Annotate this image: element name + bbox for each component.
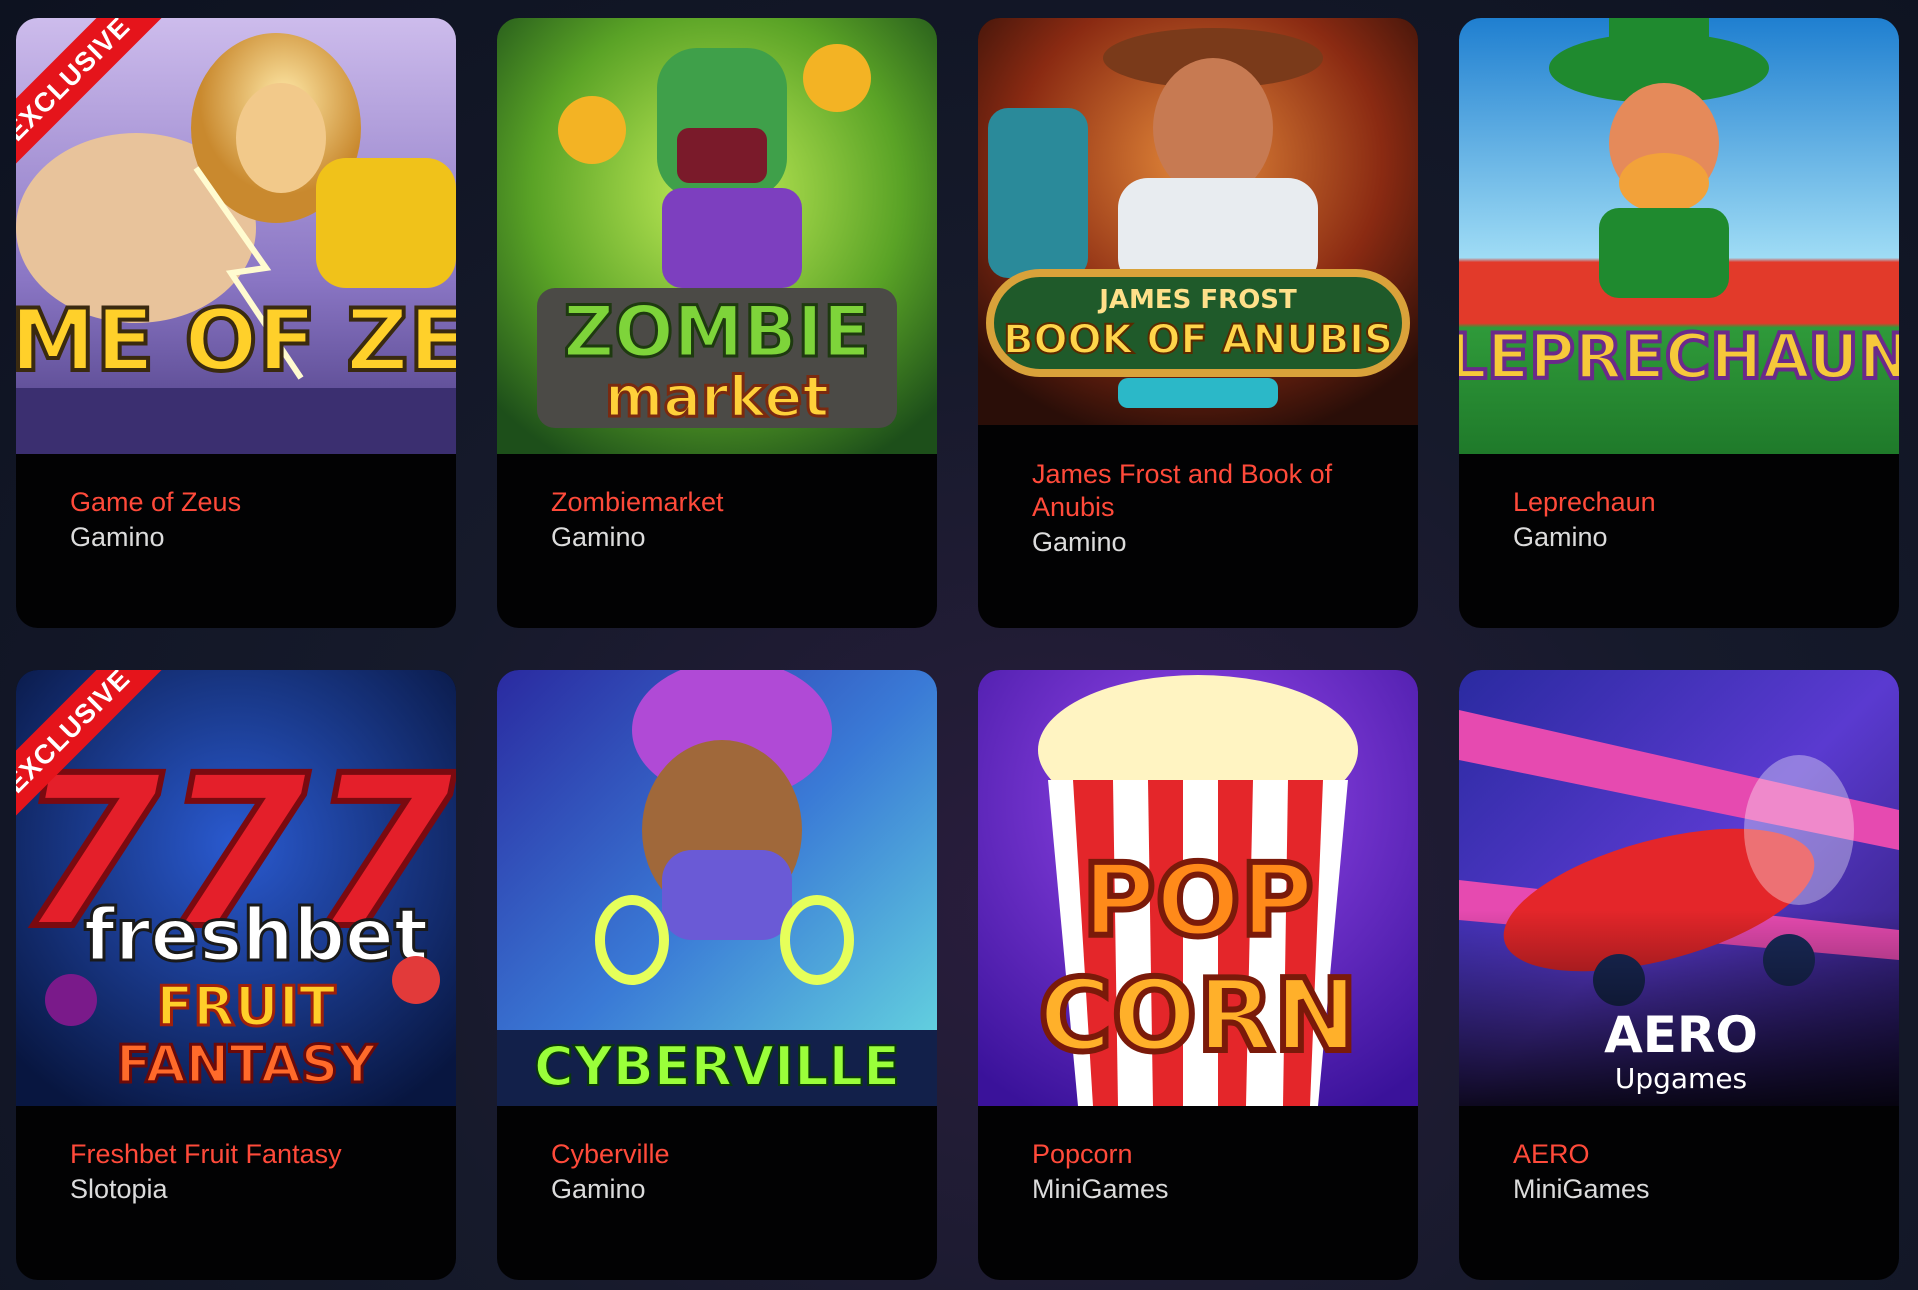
game-thumbnail-popcorn[interactable]: POP CORN (978, 670, 1418, 1106)
game-info: Game of Zeus Gamino (70, 486, 416, 555)
game-info: Popcorn MiniGames (1032, 1138, 1378, 1207)
game-title[interactable]: AERO (1513, 1138, 1859, 1171)
game-art-subtitle: FANTASY (116, 1035, 377, 1095)
game-thumbnail-freshbet-fruit-fantasy[interactable]: 777 freshbet FRUIT FANTASY EXCLUSIVE (16, 670, 456, 1106)
game-thumbnail-game-of-zeus[interactable]: GAME OF ZEUS EXCLUSIVE (16, 18, 456, 454)
game-card-james-frost[interactable]: JAMES FROST BOOK OF ANUBIS James Frost a… (978, 18, 1418, 628)
game-title[interactable]: Leprechaun (1513, 486, 1859, 519)
game-art-subtitle: market (605, 365, 829, 430)
game-thumbnail-zombiemarket[interactable]: ZOMBIE market (497, 18, 937, 454)
game-provider: Gamino (1032, 527, 1127, 557)
game-card-popcorn[interactable]: POP CORN Popcorn MiniGames (978, 670, 1418, 1280)
game-art-title: POP (1082, 842, 1314, 959)
game-info: AERO MiniGames (1513, 1138, 1859, 1207)
game-info: Freshbet Fruit Fantasy Slotopia (70, 1138, 416, 1207)
game-art-subtitle: CORN (1038, 957, 1357, 1074)
game-title[interactable]: Freshbet Fruit Fantasy (70, 1138, 416, 1171)
game-title[interactable]: Zombiemarket (551, 486, 897, 519)
game-title[interactable]: James Frost and Book of Anubis (1032, 458, 1378, 524)
game-art-title: GAME OF ZEUS (16, 291, 456, 391)
game-title[interactable]: Cyberville (551, 1138, 897, 1171)
game-provider: Gamino (551, 522, 646, 552)
game-thumbnail-aero[interactable]: AERO Upgames (1459, 670, 1899, 1106)
game-info: James Frost and Book of Anubis Gamino (1032, 458, 1378, 560)
game-art-title: BOOK OF ANUBIS (1003, 317, 1393, 363)
game-thumbnail-james-frost[interactable]: JAMES FROST BOOK OF ANUBIS (978, 18, 1418, 425)
game-art-title: LEPRECHAUN (1459, 320, 1899, 393)
game-art-subtitle: Upgames (1615, 1062, 1747, 1095)
game-card-leprechaun[interactable]: LEPRECHAUN Leprechaun Gamino (1459, 18, 1899, 628)
game-info: Zombiemarket Gamino (551, 486, 897, 555)
game-provider: MiniGames (1513, 1174, 1650, 1204)
game-info: Leprechaun Gamino (1513, 486, 1859, 555)
game-art-title: AERO (1604, 1006, 1758, 1064)
game-card-cyberville[interactable]: CYBERVILLE Cyberville Gamino (497, 670, 937, 1280)
game-info: Cyberville Gamino (551, 1138, 897, 1207)
game-provider: Gamino (1513, 522, 1608, 552)
game-art-subtitle: JAMES FROST (1097, 285, 1297, 315)
game-provider: Gamino (551, 1174, 646, 1204)
games-grid: GAME OF ZEUS EXCLUSIVE Game of Zeus Gami… (0, 0, 1918, 1290)
game-thumbnail-cyberville[interactable]: CYBERVILLE (497, 670, 937, 1106)
game-art-title: CYBERVILLE (534, 1035, 900, 1098)
game-card-game-of-zeus[interactable]: GAME OF ZEUS EXCLUSIVE Game of Zeus Gami… (16, 18, 456, 628)
game-provider: Slotopia (70, 1174, 168, 1204)
game-art-brand: freshbet (84, 893, 429, 977)
game-provider: MiniGames (1032, 1174, 1169, 1204)
game-card-zombiemarket[interactable]: ZOMBIE market Zombiemarket Gamino (497, 18, 937, 628)
game-card-aero[interactable]: AERO Upgames AERO MiniGames (1459, 670, 1899, 1280)
game-title[interactable]: Popcorn (1032, 1138, 1378, 1171)
game-art-title: FRUIT (156, 975, 335, 1038)
game-art-title: ZOMBIE (563, 291, 870, 373)
game-thumbnail-leprechaun[interactable]: LEPRECHAUN (1459, 18, 1899, 454)
game-title[interactable]: Game of Zeus (70, 486, 416, 519)
game-card-freshbet-fruit-fantasy[interactable]: 777 freshbet FRUIT FANTASY EXCLUSIVE Fre… (16, 670, 456, 1280)
game-provider: Gamino (70, 522, 165, 552)
